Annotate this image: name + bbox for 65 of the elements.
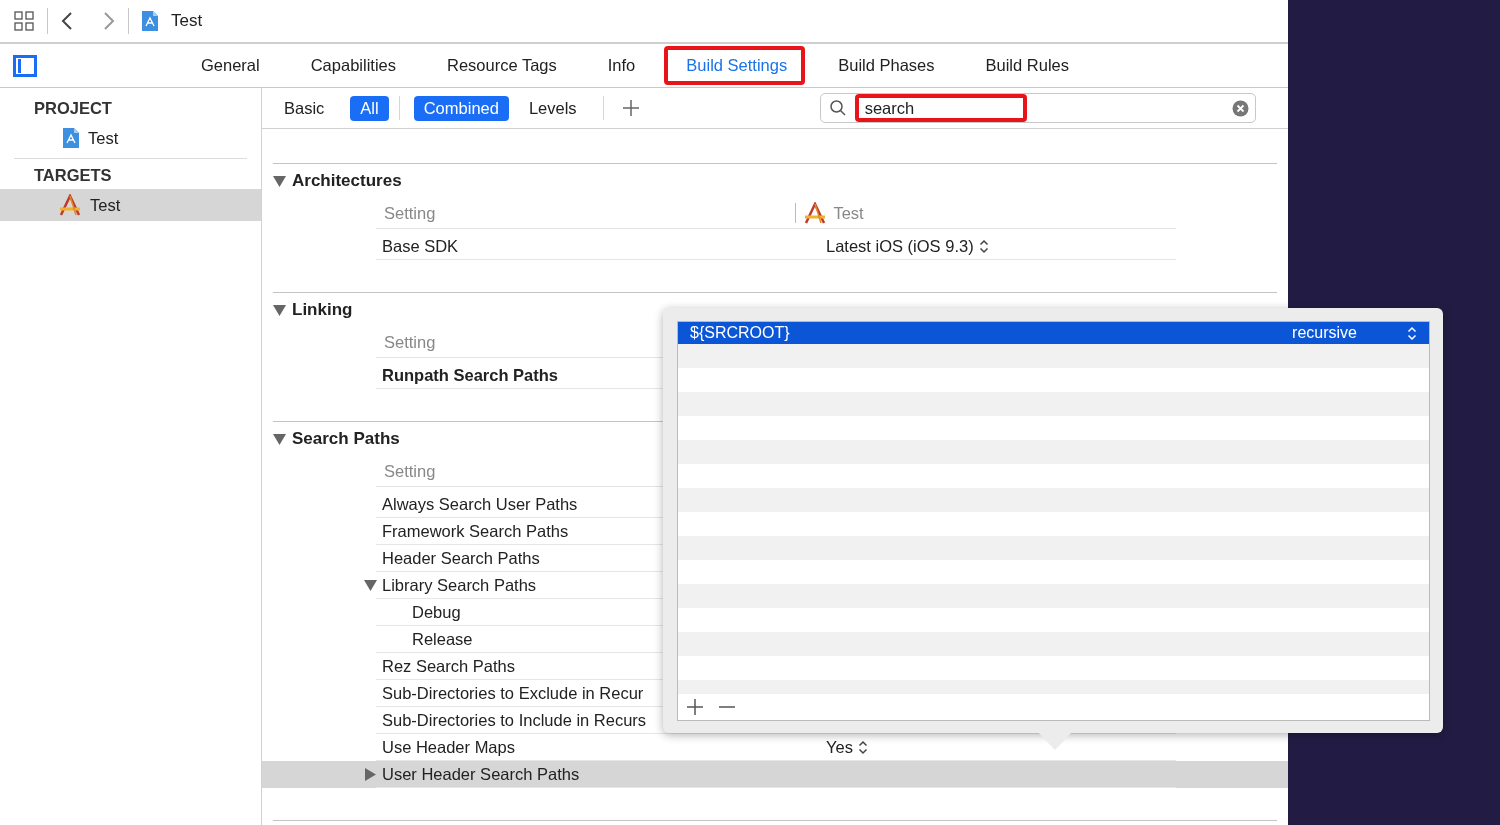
breadcrumb-title[interactable]: Test [171, 11, 203, 31]
column-header: Setting [383, 332, 436, 352]
section-title: Architectures [292, 171, 402, 191]
setting-row[interactable]: Base SDK Latest iOS (iOS 9.3) [262, 233, 1288, 260]
collapse-triangle-icon[interactable] [364, 578, 377, 592]
collapse-triangle-icon[interactable] [273, 303, 286, 317]
column-header: Setting [383, 203, 436, 223]
forward-icon[interactable] [102, 11, 116, 31]
tab[interactable]: Capabilities [296, 46, 410, 85]
setting-row[interactable]: User Header Search Paths [262, 761, 1288, 788]
add-icon[interactable] [686, 698, 704, 716]
setting-name: Always Search User Paths [382, 494, 578, 514]
path-row[interactable]: ${SRCROOT} recursive [678, 322, 1429, 344]
setting-name: Header Search Paths [382, 548, 540, 568]
document-icon [141, 10, 159, 32]
tab[interactable]: Build Rules [971, 46, 1083, 85]
expand-triangle-icon[interactable] [364, 767, 377, 781]
clear-icon[interactable] [1231, 99, 1249, 117]
collapse-triangle-icon[interactable] [273, 432, 286, 446]
tab[interactable]: Info [593, 46, 650, 85]
filter-button[interactable]: All [350, 95, 389, 121]
section-title: Linking [292, 300, 353, 320]
setting-name: Sub-Directories to Include in Recurs [382, 710, 647, 730]
stepper-icon[interactable] [857, 739, 868, 755]
setting-name: Library Search Paths [382, 575, 537, 595]
tab[interactable]: Build Phases [824, 46, 949, 85]
column-header: Test [833, 203, 864, 223]
search-icon [828, 99, 847, 117]
tab[interactable]: General [187, 46, 274, 85]
setting-value[interactable]: Latest iOS (iOS 9.3) [826, 236, 974, 256]
back-icon[interactable] [60, 11, 74, 31]
setting-name: Sub-Directories to Exclude in Recur [382, 683, 644, 703]
add-icon[interactable] [621, 99, 640, 117]
setting-name: User Header Search Paths [382, 764, 580, 784]
stepper-icon[interactable] [978, 238, 989, 254]
setting-name: Framework Search Paths [382, 521, 569, 541]
setting-name: Runpath Search Paths [382, 365, 559, 385]
sidebar-item-label: Test [90, 195, 121, 215]
sidebar-heading: TARGETS [33, 165, 113, 186]
filter-button[interactable]: Levels [518, 95, 587, 121]
sidebar-toggle-icon[interactable] [13, 54, 37, 77]
search-field[interactable]: search [819, 93, 1256, 123]
drafting-tools-icon [803, 202, 828, 224]
setting-name: Release [412, 629, 473, 649]
setting-name: Use Header Maps [382, 737, 515, 757]
tab[interactable]: Resource Tags [433, 46, 571, 85]
column-header: Setting [383, 461, 436, 481]
filter-button[interactable]: Combined [413, 95, 509, 121]
drafting-tools-icon [58, 194, 82, 216]
sidebar-item[interactable]: Test [0, 122, 261, 154]
setting-name: Base SDK [382, 236, 459, 256]
document-icon [62, 127, 80, 149]
setting-name: Rez Search Paths [382, 656, 515, 676]
filter-button[interactable]: Basic [274, 95, 335, 121]
tab[interactable]: Build Settings [672, 46, 802, 85]
grid-icon[interactable] [13, 10, 35, 32]
path-value: ${SRCROOT} [690, 324, 790, 342]
option-value[interactable]: recursive [1292, 324, 1357, 342]
section-title: Search Paths [292, 429, 400, 449]
setting-value[interactable]: Yes [826, 737, 853, 757]
sidebar-item-label: Test [88, 128, 119, 148]
sidebar-item[interactable]: Test [0, 189, 261, 221]
setting-name: Debug [412, 602, 461, 622]
sidebar-heading: PROJECT [33, 98, 113, 119]
collapse-triangle-icon[interactable] [273, 174, 286, 188]
